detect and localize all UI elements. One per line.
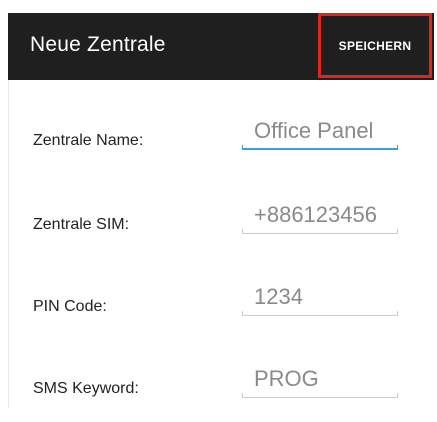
pin-code-input[interactable] [242,280,398,314]
form-row-name: Zentrale Name: [9,114,435,174]
sms-keyword-field[interactable] [242,362,398,398]
zentrale-name-label: Zentrale Name: [33,132,144,149]
pin-code-label: PIN Code: [33,298,107,315]
screen-frame-left [0,0,8,408]
zentrale-sim-field[interactable] [242,198,398,234]
form-container: Zentrale Name: Zentrale SIM: PIN Code: S… [8,80,435,408]
form-row-pin: PIN Code: [9,280,435,340]
form-row-sms: SMS Keyword: [9,362,435,422]
zentrale-sim-input[interactable] [242,198,398,232]
pin-code-underline [242,311,398,316]
form-row-sim: Zentrale SIM: [9,198,435,258]
zentrale-name-input[interactable] [242,114,398,148]
screen-frame-top [0,0,437,13]
sms-keyword-input[interactable] [242,362,398,396]
zentrale-sim-label: Zentrale SIM: [33,216,130,233]
zentrale-sim-underline [242,229,398,234]
zentrale-name-underline [242,145,398,150]
zentrale-name-field[interactable] [242,114,398,150]
pin-code-field[interactable] [242,280,398,316]
sms-keyword-label: SMS Keyword: [33,380,139,397]
page-title: Neue Zentrale [30,33,166,56]
sms-keyword-underline [242,393,398,398]
app-bar: Neue Zentrale SPEICHERN [8,13,434,80]
save-button-highlight: SPEICHERN [318,13,432,78]
save-button[interactable]: SPEICHERN [321,16,429,75]
